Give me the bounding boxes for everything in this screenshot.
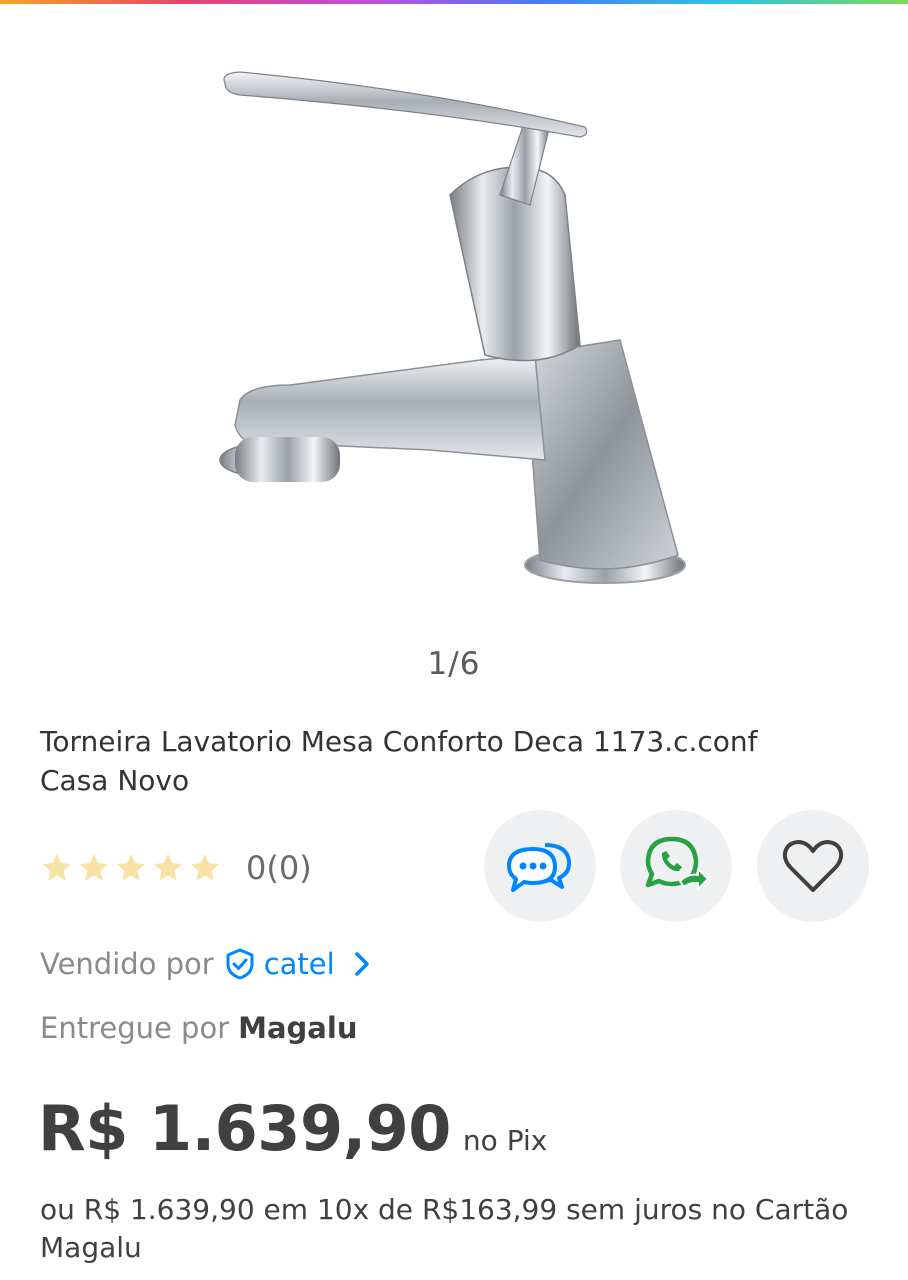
whatsapp-share-icon xyxy=(645,836,709,890)
price-suffix: no Pix xyxy=(462,1124,548,1157)
verified-shield-icon xyxy=(226,948,254,980)
delivered-by-label: Entregue por xyxy=(40,1011,230,1045)
image-counter: 1/6 xyxy=(427,646,481,682)
seller-name-link[interactable]: catel xyxy=(264,947,335,981)
share-whatsapp-button[interactable] xyxy=(620,810,732,922)
delivered-by: Entregue por Magalu xyxy=(40,1006,357,1050)
price-line: R$ 1.639,90 no Pix xyxy=(38,1092,547,1182)
installments-text: ou R$ 1.639,90 em 10x de R$163,99 sem ju… xyxy=(40,1193,849,1264)
favorite-button[interactable] xyxy=(757,810,869,922)
sold-by[interactable]: Vendido por catel xyxy=(40,942,373,986)
star-icon xyxy=(42,853,72,881)
heart-outline-icon xyxy=(782,840,844,892)
product-title: Torneira Lavatorio Mesa Conforto Deca 11… xyxy=(40,725,758,797)
product-image[interactable] xyxy=(180,55,720,615)
rating-count: 0(0) xyxy=(246,849,312,887)
rating[interactable]: 0(0) xyxy=(40,846,312,890)
star-icon xyxy=(79,853,109,881)
top-accent-bar xyxy=(0,0,908,4)
sold-by-label: Vendido por xyxy=(40,947,214,981)
star-icon xyxy=(190,853,220,881)
chat-button[interactable] xyxy=(484,810,596,922)
star-icon xyxy=(153,853,183,881)
rating-stars xyxy=(40,851,222,885)
chat-bubbles-icon xyxy=(507,843,572,892)
price: R$ 1.639,90 xyxy=(38,1092,451,1165)
delivered-by-carrier: Magalu xyxy=(238,1011,358,1045)
chevron-right-icon[interactable] xyxy=(351,949,373,979)
star-icon xyxy=(116,853,146,881)
